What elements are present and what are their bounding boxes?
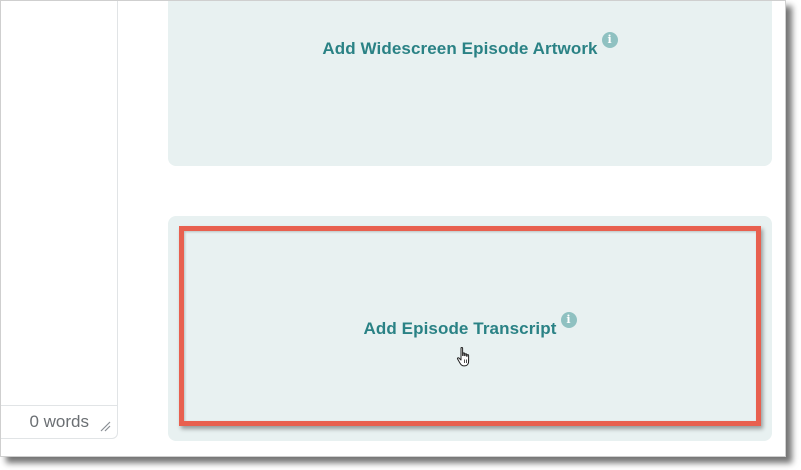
screenshot-frame: 0 words Add Widescreen Episode Artwork i… [0,0,786,457]
add-episode-transcript-card[interactable]: Add Episode Transcript i [168,216,772,441]
add-widescreen-artwork-card[interactable]: Add Widescreen Episode Artwork i [168,1,772,166]
info-icon[interactable]: i [601,31,618,48]
add-widescreen-artwork-label: Add Widescreen Episode Artwork [322,38,598,58]
artwork-label-row: Add Widescreen Episode Artwork i [322,31,618,59]
hand-pointer-icon [456,347,470,367]
resize-handle-icon[interactable] [99,420,111,432]
info-icon[interactable]: i [560,311,577,328]
add-episode-transcript-label: Add Episode Transcript [363,318,557,338]
transcript-label-row: Add Episode Transcript i [363,311,577,339]
word-count: 0 words [29,412,89,431]
editor-footer: 0 words [1,405,117,438]
description-editor[interactable]: 0 words [1,1,118,439]
